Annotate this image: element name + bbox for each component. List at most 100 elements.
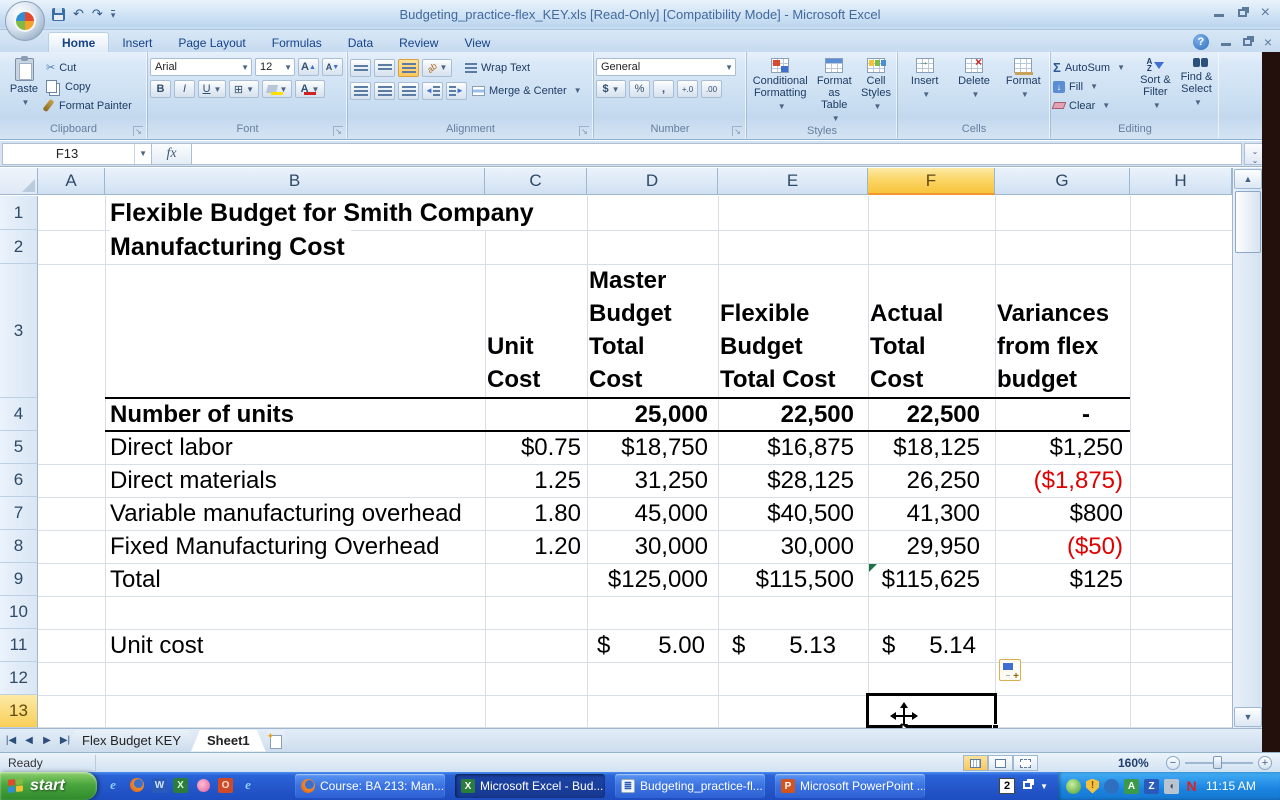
format-cells-button[interactable]: Format▼ (1001, 54, 1045, 123)
copy-button[interactable]: Copy (46, 77, 132, 96)
cell-b11[interactable]: Unit cost (110, 629, 482, 662)
cell-e8[interactable]: 30,000 (718, 530, 854, 563)
cut-button[interactable]: ✂Cut (46, 58, 132, 77)
find-select-button[interactable]: Find & Select▼ (1176, 54, 1217, 123)
clipboard-dialog-launcher[interactable]: ↘ (133, 126, 143, 136)
row-header-6[interactable]: 6 (0, 464, 38, 497)
cell-e4[interactable]: 22,500 (718, 398, 854, 431)
scroll-up-button[interactable]: ▲ (1234, 169, 1262, 189)
fill-color-button[interactable]: ▼ (262, 80, 292, 98)
close-button[interactable]: × (1261, 5, 1270, 21)
help-icon[interactable]: ? (1193, 34, 1209, 50)
taskbar-button-powerpoint[interactable]: P Microsoft PowerPoint ... (775, 774, 925, 798)
cell-f8[interactable]: 29,950 (868, 530, 980, 563)
comma-style-button[interactable]: , (653, 80, 674, 98)
first-sheet-button[interactable]: |◀ (4, 735, 18, 746)
cell-f6[interactable]: 26,250 (868, 464, 980, 497)
sheet-tab-sheet1[interactable]: Sheet1 (191, 730, 266, 752)
number-format-combo[interactable]: General▼ (596, 58, 736, 76)
tray-blue-icon[interactable] (1104, 779, 1119, 794)
cell-f4[interactable]: 22,500 (868, 398, 980, 431)
italic-button[interactable]: I (174, 80, 195, 98)
column-header-b[interactable]: B (105, 168, 485, 195)
tab-data[interactable]: Data (335, 33, 386, 52)
cell-d3-header[interactable]: Master Budget Total Cost (589, 264, 718, 398)
alignment-dialog-launcher[interactable]: ↘ (579, 126, 589, 136)
zoom-out-button[interactable]: − (1166, 756, 1180, 770)
insert-function-button[interactable]: fx (152, 143, 192, 165)
cell-g4[interactable]: - (995, 398, 1090, 431)
cell-f11[interactable]: $5.14 (882, 629, 976, 662)
cell-d9[interactable]: $125,000 (587, 563, 708, 596)
page-layout-view-button[interactable] (988, 755, 1013, 771)
bold-button[interactable]: B (150, 80, 171, 98)
percent-style-button[interactable]: % (629, 80, 650, 98)
hidden-icons-chevron[interactable]: ▼ (1040, 782, 1048, 791)
autosum-button[interactable]: ΣAutoSum▼ (1053, 58, 1135, 77)
tab-page-layout[interactable]: Page Layout (165, 33, 258, 52)
cell-b5[interactable]: Direct labor (110, 431, 482, 464)
cell-b8[interactable]: Fixed Manufacturing Overhead (110, 530, 482, 563)
quicklaunch-excel-icon[interactable]: X (173, 778, 188, 793)
orientation-button[interactable]: ab▼ (422, 59, 452, 77)
row-header-11[interactable]: 11 (0, 629, 38, 662)
cell-c6[interactable]: 1.25 (485, 464, 581, 497)
quicklaunch-outlook-icon[interactable]: O (218, 778, 233, 793)
zoom-in-button[interactable]: + (1258, 756, 1272, 770)
cell-b2-title[interactable]: Manufacturing Cost (110, 230, 351, 264)
quicklaunch-ie2-icon[interactable]: e (239, 775, 257, 795)
cell-g7[interactable]: $800 (995, 497, 1123, 530)
tab-formulas[interactable]: Formulas (259, 33, 335, 52)
cell-d8[interactable]: 30,000 (587, 530, 708, 563)
tab-view[interactable]: View (451, 33, 503, 52)
taskbar-button-excel-active[interactable]: X Microsoft Excel - Bud... (455, 774, 605, 798)
column-header-a[interactable]: A (38, 168, 105, 195)
tab-insert[interactable]: Insert (109, 33, 165, 52)
cell-f9[interactable]: $115,625 (868, 563, 980, 596)
quicklaunch-firefox-icon[interactable] (128, 775, 146, 795)
paste-button[interactable]: Paste▼ (2, 54, 46, 123)
merge-center-button[interactable]: Merge & Center▼ (472, 81, 582, 100)
align-center-button[interactable] (374, 82, 395, 100)
office-button[interactable] (5, 1, 45, 41)
name-box[interactable]: F13 ▼ (2, 143, 152, 165)
minimize-button[interactable] (1214, 5, 1224, 21)
column-header-d[interactable]: D (587, 168, 718, 195)
workbook-minimize-button[interactable] (1221, 33, 1231, 51)
row-header-9[interactable]: 9 (0, 563, 38, 596)
cell-e11[interactable]: $5.13 (732, 629, 836, 662)
row-header-13-selected[interactable]: 13 (0, 695, 38, 728)
cell-f5[interactable]: $18,125 (868, 431, 980, 464)
vertical-scrollbar-thumb[interactable] (1235, 191, 1261, 253)
tab-home[interactable]: Home (48, 32, 109, 52)
borders-button[interactable]: ⊞▼ (229, 80, 259, 98)
workbook-restore-button[interactable] (1243, 33, 1252, 51)
underline-button[interactable]: U▼ (198, 80, 226, 98)
cell-g9[interactable]: $125 (995, 563, 1123, 596)
formula-input[interactable] (192, 143, 1242, 165)
name-box-dropdown-icon[interactable]: ▼ (134, 144, 151, 164)
cell-b9[interactable]: Total (110, 563, 482, 596)
tray-norton-icon[interactable]: N (1184, 779, 1199, 794)
cell-d5[interactable]: $18,750 (587, 431, 708, 464)
sheet-tab-flex-budget-key[interactable]: Flex Budget KEY (66, 730, 197, 752)
column-header-f-selected[interactable]: F (868, 168, 995, 195)
wrap-text-button[interactable]: Wrap Text (465, 58, 530, 77)
cell-d6[interactable]: 31,250 (587, 464, 708, 497)
restore-button[interactable] (1238, 5, 1247, 21)
font-color-button[interactable]: A▼ (295, 80, 325, 98)
restore-windows-icon[interactable] (1023, 781, 1032, 792)
cell-e7[interactable]: $40,500 (718, 497, 854, 530)
align-middle-button[interactable] (374, 59, 395, 77)
cell-b1-title[interactable]: Flexible Budget for Smith Company (110, 196, 540, 230)
start-button[interactable]: start (0, 772, 97, 800)
cell-e9[interactable]: $115,500 (718, 563, 854, 596)
grow-font-button[interactable]: A▲ (298, 58, 319, 76)
increase-decimal-button[interactable]: +.0 (677, 80, 698, 98)
page-break-view-button[interactable] (1013, 755, 1038, 771)
column-header-g[interactable]: G (995, 168, 1130, 195)
tab-review[interactable]: Review (386, 33, 451, 52)
paste-options-button[interactable] (999, 659, 1021, 681)
decrease-indent-button[interactable]: ◄ (422, 82, 443, 100)
insert-cells-button[interactable]: Insert▼ (903, 54, 947, 123)
